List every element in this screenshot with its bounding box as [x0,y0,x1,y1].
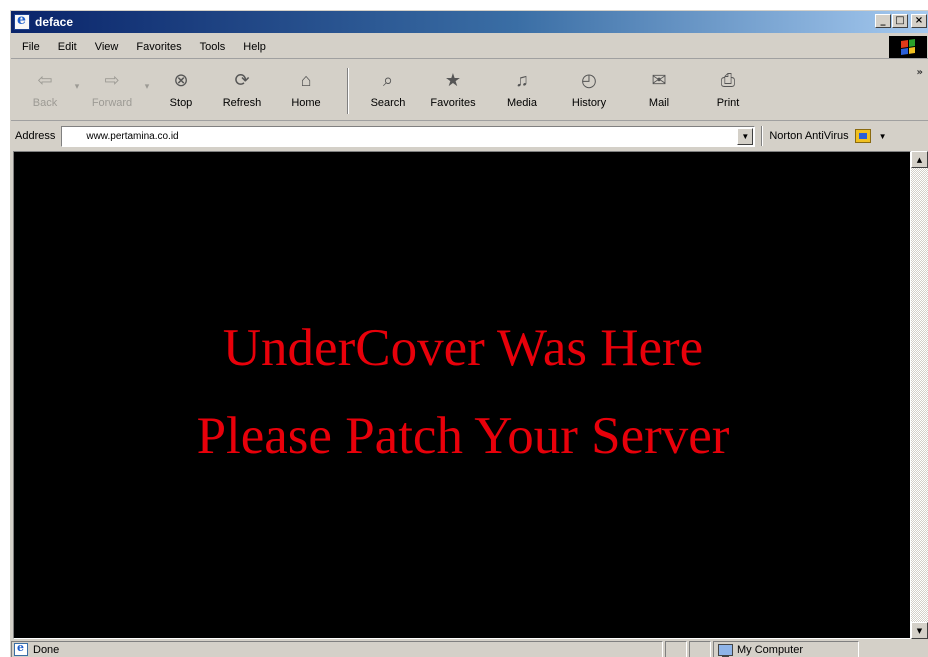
address-url[interactable]: www.pertamina.co.id [86,131,178,142]
address-separator [761,126,764,146]
chevron-down-icon[interactable]: ▼ [879,132,887,141]
menu-edit[interactable]: Edit [51,39,84,55]
deface-message-line1: UnderCover Was Here [222,319,704,377]
window-controls: _ □ × [875,14,927,28]
norton-antivirus-toolbar[interactable]: Norton AntiVirus ▼ [769,129,887,143]
stop-button[interactable]: ⊗ Stop [153,63,209,119]
address-label: Address [15,130,56,142]
back-button[interactable]: ⇦ Back [19,63,71,119]
status-panel [665,641,687,657]
computer-icon [718,643,733,657]
stop-icon: ⊗ [173,70,189,90]
status-text: Done [33,643,60,656]
scroll-up-button[interactable]: ▲ [911,151,928,168]
deface-message-line2: Please Patch Your Server [196,407,730,465]
page-icon [14,641,28,656]
menu-view[interactable]: View [88,39,126,55]
standard-toolbar: ⇦ Back ▾ ⇨ Forward ▾ ⊗ Stop ⟳ Refresh ⌂ … [11,63,928,121]
refresh-button[interactable]: ⟳ Refresh [209,63,275,119]
address-bar: Address www.pertamina.co.id ▼ Norton Ant… [11,123,928,149]
norton-icon [854,129,871,143]
close-button[interactable]: × [911,14,927,28]
address-dropdown-button[interactable]: ▼ [737,127,754,145]
search-button[interactable]: ⌕ Search [359,63,417,119]
search-icon: ⌕ [382,70,394,90]
favorites-icon: ★ [444,70,462,90]
menu-bar: File Edit View Favorites Tools Help [11,35,928,59]
print-button[interactable]: ⎙ Print [695,63,761,119]
toolbar-separator [347,68,349,114]
zone-label: My Computer [737,643,804,656]
forward-button[interactable]: ⇨ Forward [83,63,141,119]
toolbar-chevron-icon[interactable]: » [917,67,923,78]
mail-button[interactable]: ✉ Mail [623,63,695,119]
history-button[interactable]: ◴ History [555,63,623,119]
menu-file[interactable]: File [15,39,47,55]
windows-throbber [889,36,927,58]
scroll-down-button[interactable]: ▼ [911,622,928,639]
favorites-button[interactable]: ★ Favorites [417,63,489,119]
security-zone-panel: My Computer [713,641,859,657]
history-icon: ◴ [581,70,597,90]
maximize-button[interactable]: □ [892,14,908,28]
status-bar: Done My Computer [11,641,928,657]
norton-label: Norton AntiVirus [769,130,849,142]
forward-dropdown[interactable]: ▾ [141,63,153,119]
menu-favorites[interactable]: Favorites [129,39,188,55]
status-text-panel: Done [11,641,663,657]
back-dropdown[interactable]: ▾ [71,63,83,119]
status-panel [689,641,711,657]
menu-help[interactable]: Help [236,39,273,55]
minimize-button[interactable]: _ [875,14,891,28]
vertical-scrollbar[interactable]: ▲ ▼ [911,151,928,639]
print-icon: ⎙ [720,70,736,90]
window-title: deface [35,15,74,29]
mail-icon: ✉ [651,70,667,90]
home-button[interactable]: ⌂ Home [275,63,337,119]
title-bar[interactable]: deface _ □ × [11,11,928,33]
page-content: UnderCover Was Here Please Patch Your Se… [13,151,911,639]
forward-arrow-icon: ⇨ [104,70,120,90]
media-icon: ♫ [515,70,529,90]
browser-window: deface _ □ × File Edit View Favorites To… [10,10,928,657]
ie-logo-icon [14,12,30,30]
back-arrow-icon: ⇦ [37,70,53,90]
refresh-icon: ⟳ [234,70,250,90]
windows-logo-icon [901,39,915,55]
address-input[interactable]: www.pertamina.co.id ▼ [61,125,756,147]
menu-tools[interactable]: Tools [193,39,233,55]
home-icon: ⌂ [300,70,312,90]
media-button[interactable]: ♫ Media [489,63,555,119]
